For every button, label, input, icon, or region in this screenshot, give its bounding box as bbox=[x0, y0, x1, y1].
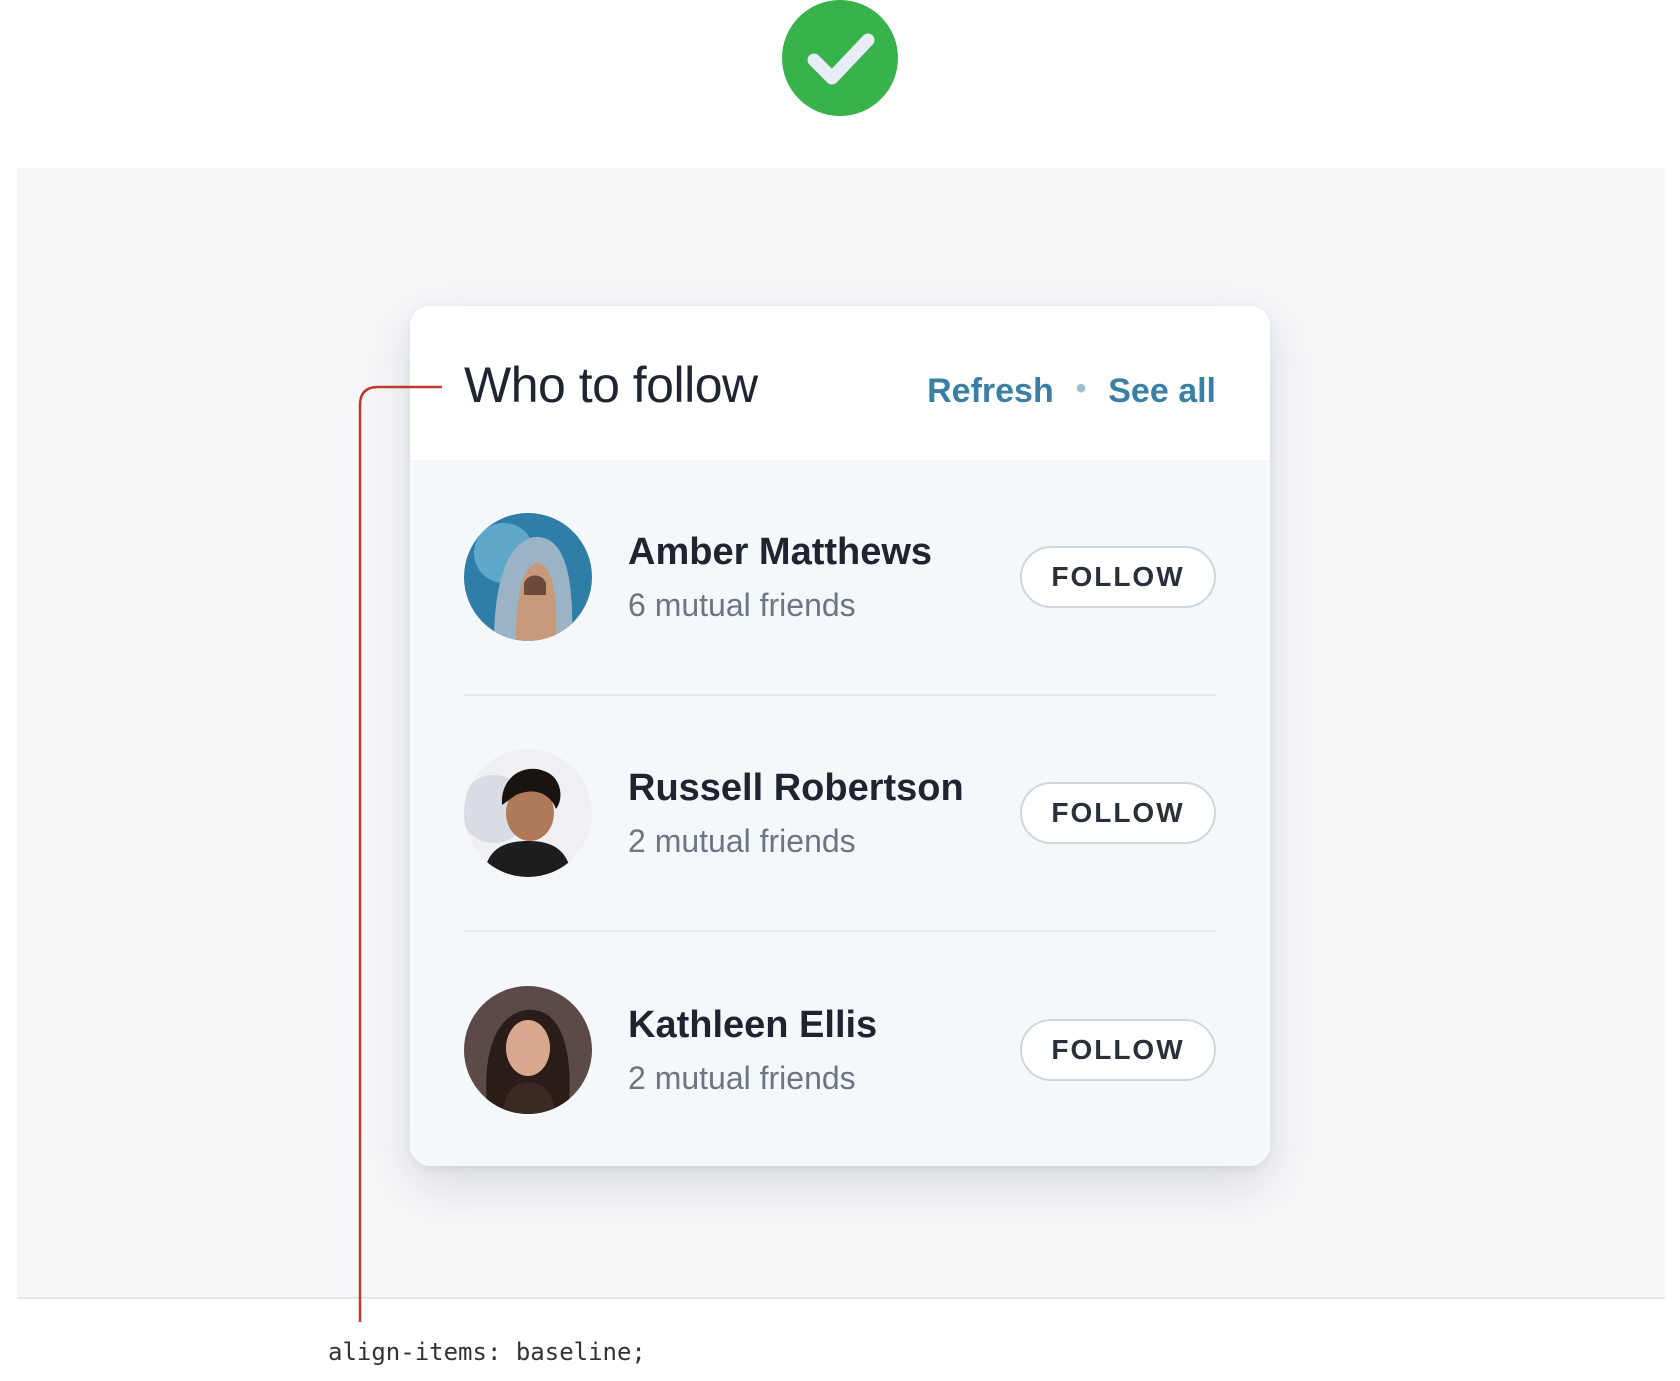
list-item: Kathleen Ellis 2 mutual friends FOLLOW bbox=[464, 932, 1216, 1166]
link-separator: • bbox=[1075, 372, 1087, 405]
see-all-link[interactable]: See all bbox=[1108, 372, 1216, 411]
card-header: Who to follow Refresh • See all bbox=[410, 306, 1270, 460]
person-info: Amber Matthews 6 mutual friends bbox=[628, 530, 1020, 625]
hooded-woman-avatar bbox=[464, 513, 592, 641]
mutual-friends-count: 2 mutual friends bbox=[628, 1060, 856, 1097]
curly-hair-man-avatar bbox=[464, 749, 592, 877]
check-icon bbox=[782, 0, 898, 116]
person-info: Russell Robertson 2 mutual friends bbox=[628, 766, 1020, 861]
suggestion-list: Amber Matthews 6 mutual friends FOLLOW R… bbox=[410, 460, 1270, 1166]
mutual-friends-count: 6 mutual friends bbox=[628, 587, 856, 624]
refresh-link[interactable]: Refresh bbox=[927, 372, 1054, 411]
who-to-follow-card: Who to follow Refresh • See all Amber Ma… bbox=[410, 306, 1270, 1166]
person-name: Kathleen Ellis bbox=[628, 1003, 878, 1046]
code-caption: align-items: baseline; bbox=[328, 1338, 646, 1366]
person-info: Kathleen Ellis 2 mutual friends bbox=[628, 1003, 1020, 1098]
list-item: Russell Robertson 2 mutual friends FOLLO… bbox=[464, 696, 1216, 932]
follow-button[interactable]: FOLLOW bbox=[1020, 546, 1216, 608]
follow-button[interactable]: FOLLOW bbox=[1020, 1019, 1216, 1081]
person-name: Russell Robertson bbox=[628, 766, 964, 809]
list-item: Amber Matthews 6 mutual friends FOLLOW bbox=[464, 460, 1216, 696]
person-name: Amber Matthews bbox=[628, 530, 933, 573]
card-title: Who to follow bbox=[464, 357, 758, 413]
stage: Who to follow Refresh • See all Amber Ma… bbox=[0, 0, 1680, 1381]
long-hair-woman-avatar bbox=[464, 986, 592, 1114]
mutual-friends-count: 2 mutual friends bbox=[628, 823, 856, 860]
header-links: Refresh • See all bbox=[927, 372, 1216, 411]
follow-button[interactable]: FOLLOW bbox=[1020, 782, 1216, 844]
